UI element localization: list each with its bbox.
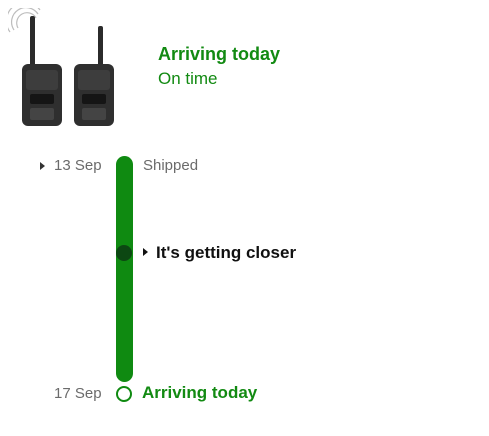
timeline-progress-bar bbox=[116, 156, 133, 382]
timeline-end-marker bbox=[116, 386, 132, 402]
timeline-label-current[interactable]: It's getting closer bbox=[156, 243, 296, 263]
delivery-status-title: Arriving today bbox=[158, 44, 281, 64]
expand-caret-icon[interactable] bbox=[143, 248, 148, 256]
product-image[interactable] bbox=[5, 1, 130, 130]
timeline-date-arriving: 17 Sep bbox=[54, 385, 102, 402]
delivery-status-subtitle: On time bbox=[158, 69, 218, 88]
expand-caret-icon[interactable] bbox=[40, 162, 45, 170]
timeline-label-shipped: Shipped bbox=[143, 157, 199, 174]
timeline-label-arriving: Arriving today bbox=[142, 383, 258, 402]
timeline-current-position-dot bbox=[116, 245, 132, 261]
timeline-date-shipped: 13 Sep bbox=[54, 157, 102, 174]
walkie-talkie-icon bbox=[5, 1, 114, 126]
